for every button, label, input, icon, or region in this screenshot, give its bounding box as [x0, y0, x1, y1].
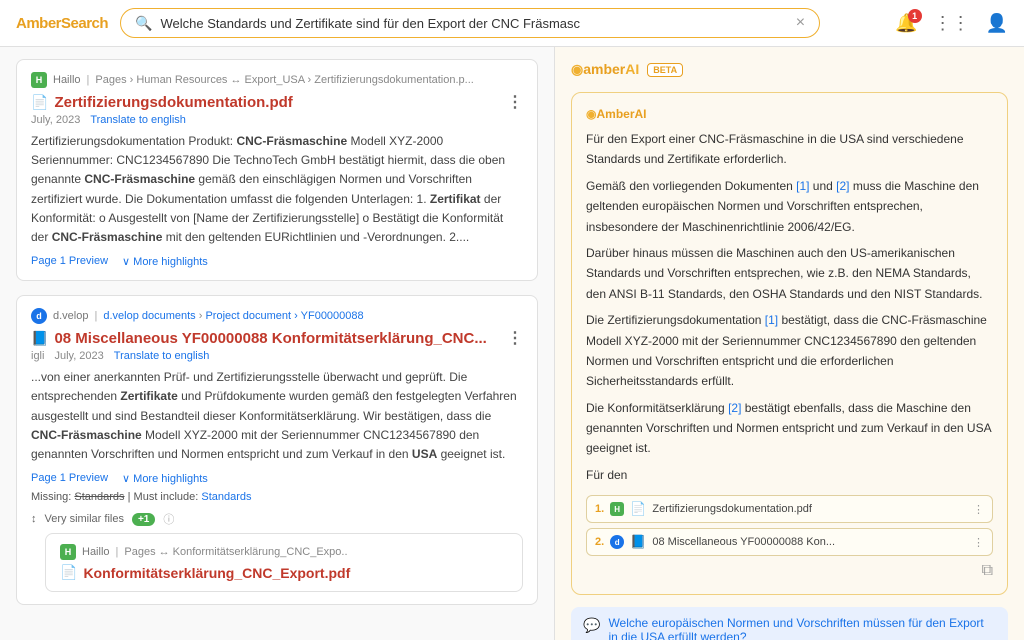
main-content: H Haillo | Pages › Human Resources ↔ Exp… — [0, 47, 1024, 640]
dvelop-logo-icon: d — [31, 308, 47, 324]
ai-ref-1[interactable]: [1] — [796, 179, 809, 193]
search-clear-button[interactable]: × — [796, 14, 805, 32]
word-icon: 📘 — [31, 330, 48, 347]
ai-body: Für den Export einer CNC-Fräsmaschine in… — [586, 129, 993, 485]
result-2-preview-link[interactable]: Page 1 Preview — [31, 472, 108, 485]
sub-result-meta: H Haillo | Pages ↔ Konformitätserklärung… — [60, 544, 508, 560]
result-2-title[interactable]: 📘 08 Miscellaneous YF00000088 Konformitä… — [31, 328, 523, 348]
result-2-meta: d d.velop | d.velop documents › Project … — [31, 308, 523, 324]
ai-para-2: Gemäß den vorliegenden Dokumenten [1] un… — [586, 176, 993, 237]
result-1-more-button[interactable]: ⋮ — [507, 92, 523, 112]
notification-button[interactable]: 🔔 1 — [895, 13, 917, 34]
result-2-more-button[interactable]: ⋮ — [507, 328, 523, 348]
sub-result-source: Haillo — [82, 546, 110, 558]
search-input[interactable] — [160, 16, 787, 31]
result-1-meta: H Haillo | Pages › Human Resources ↔ Exp… — [31, 72, 523, 88]
ai-response-card: ◉AmberAI Für den Export einer CNC-Fräsma… — [571, 92, 1008, 595]
similar-files-badge: +1 — [132, 513, 155, 526]
similar-files-icon: ↕ — [31, 513, 37, 525]
info-icon[interactable]: ⓘ — [163, 511, 174, 527]
suggestion-1-text: Welche europäischen Normen und Vorschrif… — [608, 616, 996, 640]
result-2-translate-link[interactable]: Translate to english — [114, 350, 210, 362]
ai-ref-word-icon: 📘 — [630, 534, 646, 550]
result-2-breadcrumb: d.velop documents › Project document › Y… — [103, 310, 363, 322]
ai-doc-ref-1-num: 1. — [595, 503, 604, 515]
ai-footer: 1. H 📄 Zertifizierungsdokumentation.pdf … — [586, 495, 993, 556]
ai-doc-ref-2-label: 08 Miscellaneous YF00000088 Kon... — [652, 536, 835, 548]
ai-source-label: ◉AmberAI — [586, 107, 993, 121]
result-2-date: igli July, 2023 Translate to english — [31, 350, 523, 362]
chat-icon-1: 💬 — [583, 617, 600, 634]
ai-para-3: Darüber hinaus müssen die Maschinen auch… — [586, 243, 993, 304]
similar-files-row: ↕ Very similar files +1 ⓘ — [31, 511, 523, 527]
search-bar: 🔍 × — [120, 8, 820, 38]
result-2-missing-bar: Missing: Standards | Must include: Stand… — [31, 491, 523, 503]
sub-result-title[interactable]: 📄 Konformitätserklärung_CNC_Export.pdf — [60, 564, 508, 581]
result-1-highlights-link[interactable]: ∨ More highlights — [122, 255, 208, 268]
sub-pdf-icon: 📄 — [60, 564, 77, 581]
result-1-preview-link[interactable]: Page 1 Preview — [31, 255, 108, 268]
pdf-icon: 📄 — [31, 94, 48, 111]
ai-doc-ref-2-num: 2. — [595, 536, 604, 548]
ai-ref-dvelop-icon: d — [610, 535, 624, 549]
amber-ai-logo: ◉amberAI — [571, 61, 639, 78]
result-card-2: d d.velop | d.velop documents › Project … — [16, 295, 538, 605]
ai-para-6: Für den — [586, 465, 993, 485]
similar-files-label: Very similar files — [45, 513, 124, 525]
apps-button[interactable]: ⋮⋮ — [934, 13, 970, 34]
result-2-body: ...von einer anerkannten Prüf- und Zerti… — [31, 368, 523, 464]
logo: AmberSearch — [16, 15, 108, 32]
result-card-1: H Haillo | Pages › Human Resources ↔ Exp… — [16, 59, 538, 281]
sub-haillo-logo-icon: H — [60, 544, 76, 560]
result-2-source: d.velop — [53, 310, 88, 322]
results-panel: H Haillo | Pages › Human Resources ↔ Exp… — [0, 47, 555, 640]
suggestion-1[interactable]: 💬 Welche europäischen Normen und Vorschr… — [571, 607, 1008, 640]
result-1-breadcrumb: Pages › Human Resources ↔ Export_USA › Z… — [95, 74, 473, 86]
result-2-footer: Page 1 Preview ∨ More highlights — [31, 472, 523, 485]
haillo-logo-icon: H — [31, 72, 47, 88]
ai-para-4: Die Zertifizierungsdokumentation [1] bes… — [586, 310, 993, 392]
result-1-date: July, 2023 Translate to english — [31, 114, 523, 126]
ai-ref-3[interactable]: [1] — [765, 313, 778, 327]
result-1-body: Zertifizierungsdokumentation Produkt: CN… — [31, 132, 523, 247]
ai-ref-2[interactable]: [2] — [836, 179, 849, 193]
result-1-source: Haillo — [53, 74, 81, 86]
result-1-footer: Page 1 Preview ∨ More highlights — [31, 255, 523, 268]
header-right: 🔔 1 ⋮⋮ 👤 — [895, 13, 1008, 34]
ai-ref-pdf-icon: 📄 — [630, 501, 646, 517]
ai-doc-ref-2-more[interactable]: ⋮ — [973, 536, 984, 549]
ai-doc-ref-1-label: Zertifizierungsdokumentation.pdf — [652, 503, 812, 515]
ai-doc-ref-1-more[interactable]: ⋮ — [973, 503, 984, 516]
copy-button[interactable]: ⧉ — [586, 562, 993, 580]
ai-doc-ref-1: 1. H 📄 Zertifizierungsdokumentation.pdf … — [586, 495, 993, 523]
user-button[interactable]: 👤 — [986, 13, 1008, 34]
ai-ref-haillo-icon: H — [610, 502, 624, 516]
ai-para-1: Für den Export einer CNC-Fräsmaschine in… — [586, 129, 993, 170]
header: AmberSearch 🔍 × 🔔 1 ⋮⋮ 👤 — [0, 0, 1024, 47]
ai-ref-4[interactable]: [2] — [728, 401, 741, 415]
notification-badge: 1 — [908, 9, 922, 23]
result-2-highlights-link[interactable]: ∨ More highlights — [122, 472, 208, 485]
result-1-translate-link[interactable]: Translate to english — [90, 114, 186, 126]
sub-result-card: H Haillo | Pages ↔ Konformitätserklärung… — [45, 533, 523, 592]
result-1-title[interactable]: 📄 Zertifizierungsdokumentation.pdf ⋮ — [31, 92, 523, 112]
ai-panel-header: ◉amberAI BETA — [571, 61, 1008, 78]
search-icon: 🔍 — [135, 15, 152, 32]
sub-result-breadcrumb: Pages ↔ Konformitätserklärung_CNC_Expo.. — [124, 546, 347, 558]
ai-doc-ref-2: 2. d 📘 08 Miscellaneous YF00000088 Kon..… — [586, 528, 993, 556]
ai-panel: ◉amberAI BETA ◉AmberAI Für den Export ei… — [555, 47, 1024, 640]
beta-badge: BETA — [647, 63, 683, 77]
ai-para-5: Die Konformitätserklärung [2] bestätigt … — [586, 398, 993, 459]
